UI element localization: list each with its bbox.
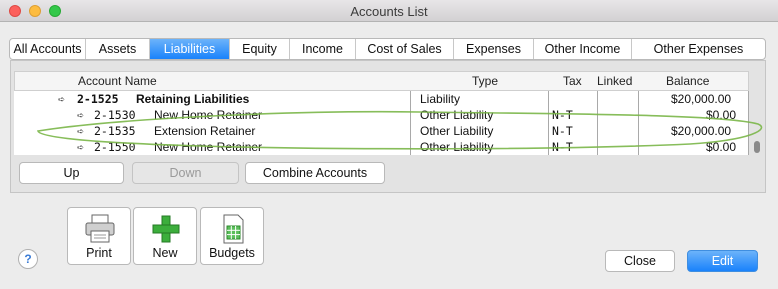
- column-divider: [748, 91, 749, 155]
- account-type: Liability: [420, 92, 461, 106]
- move-up-button[interactable]: Up: [19, 162, 124, 184]
- close-button[interactable]: Close: [605, 250, 675, 272]
- account-name: New Home Retainer: [154, 108, 263, 122]
- vertical-scrollbar[interactable]: [754, 93, 760, 153]
- column-divider: [548, 91, 549, 155]
- tab-other-expenses[interactable]: Other Expenses: [632, 39, 765, 59]
- header-linked[interactable]: Linked: [597, 74, 632, 88]
- account-type: Other Liability: [420, 124, 494, 138]
- tab-equity[interactable]: Equity: [230, 39, 290, 59]
- help-button[interactable]: ?: [18, 249, 38, 269]
- tab-assets[interactable]: Assets: [86, 39, 150, 59]
- table-header: Account Name Type Tax Linked Balance: [14, 71, 749, 91]
- header-type[interactable]: Type: [472, 74, 498, 88]
- edit-button[interactable]: Edit: [687, 250, 758, 272]
- budgets-label: Budgets: [209, 246, 255, 260]
- row-arrow-icon: ➪: [58, 92, 65, 106]
- combine-accounts-button[interactable]: Combine Accounts: [245, 162, 385, 184]
- tab-cost-of-sales[interactable]: Cost of Sales: [356, 39, 454, 59]
- column-divider: [638, 91, 639, 155]
- budgets-button[interactable]: Budgets: [200, 207, 264, 265]
- tab-liabilities[interactable]: Liabilities: [150, 39, 230, 59]
- account-type: Other Liability: [420, 140, 494, 154]
- tab-income[interactable]: Income: [290, 39, 356, 59]
- accounts-table: Account Name Type Tax Linked Balance ➪ 2…: [14, 71, 763, 215]
- account-balance: $0.00: [706, 140, 737, 154]
- print-label: Print: [86, 246, 112, 260]
- account-number: 2-1550: [94, 140, 136, 154]
- print-button[interactable]: Print: [67, 207, 131, 265]
- header-balance[interactable]: Balance: [666, 74, 709, 88]
- account-balance: $0.00: [706, 108, 737, 122]
- account-number: 2-1525: [77, 92, 119, 106]
- account-name: New Home Retainer: [154, 140, 263, 154]
- account-tax: N-T: [552, 140, 573, 154]
- account-balance: $20,000.00: [671, 92, 732, 106]
- accounts-panel: Account Name Type Tax Linked Balance ➪ 2…: [10, 60, 766, 193]
- row-arrow-icon: ➪: [77, 124, 84, 138]
- column-divider: [410, 91, 411, 155]
- window-title: Accounts List: [350, 4, 428, 19]
- green-plus-icon: [152, 215, 180, 243]
- account-number: 2-1530: [94, 108, 136, 122]
- account-type-tabs: All Accounts Assets Liabilities Equity I…: [9, 38, 766, 60]
- account-type: Other Liability: [420, 108, 494, 122]
- tab-other-income[interactable]: Other Income: [534, 39, 632, 59]
- account-name: Extension Retainer: [154, 124, 256, 138]
- row-arrow-icon: ➪: [77, 108, 84, 122]
- account-balance: $20,000.00: [671, 124, 732, 138]
- account-number: 2-1535: [94, 124, 136, 138]
- column-divider: [597, 91, 598, 155]
- new-button[interactable]: New: [133, 207, 197, 265]
- printer-icon: [85, 214, 115, 243]
- tab-expenses[interactable]: Expenses: [454, 39, 534, 59]
- account-tax: N-T: [552, 124, 573, 138]
- tab-all-accounts[interactable]: All Accounts: [10, 39, 86, 59]
- header-account-name[interactable]: Account Name: [78, 74, 157, 88]
- spreadsheet-icon: [223, 214, 244, 244]
- account-name: Retaining Liabilities: [136, 92, 250, 106]
- move-down-button[interactable]: Down: [132, 162, 239, 184]
- row-arrow-icon: ➪: [77, 140, 84, 154]
- new-label: New: [152, 246, 178, 260]
- scrollbar-thumb[interactable]: [754, 141, 760, 153]
- title-bar: Accounts List: [0, 0, 778, 22]
- account-tax: N-T: [552, 108, 573, 122]
- header-tax[interactable]: Tax: [563, 74, 582, 88]
